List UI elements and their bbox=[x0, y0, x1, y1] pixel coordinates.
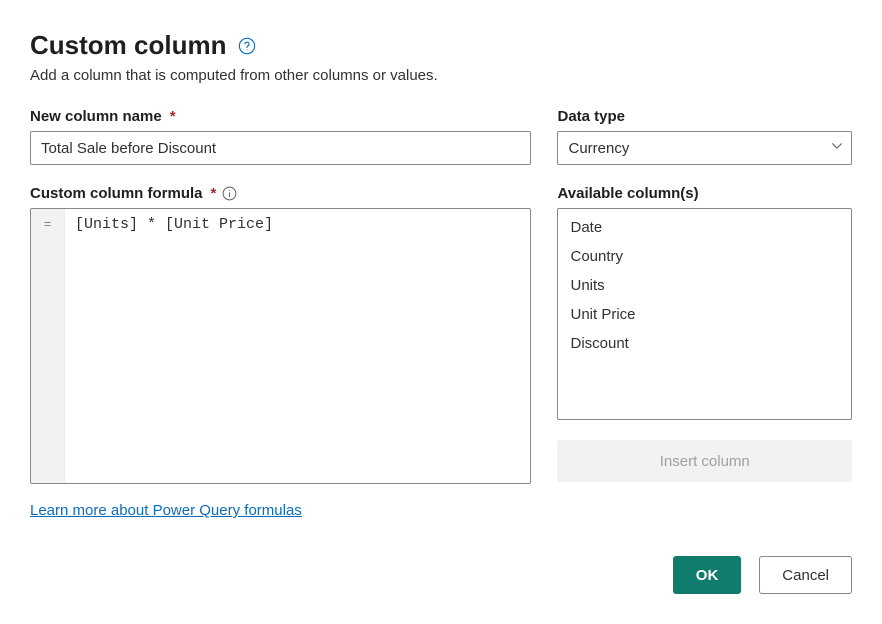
dialog-title: Custom column bbox=[30, 30, 226, 61]
ok-button[interactable]: OK bbox=[673, 556, 742, 594]
formula-gutter: = bbox=[31, 209, 65, 483]
new-column-name-label: New column name bbox=[30, 108, 162, 125]
list-item[interactable]: Units bbox=[558, 271, 851, 300]
formula-editor[interactable]: = [Units] * [Unit Price] bbox=[30, 208, 531, 484]
help-icon[interactable] bbox=[238, 37, 256, 55]
list-item[interactable]: Discount bbox=[558, 329, 851, 358]
list-item[interactable]: Unit Price bbox=[558, 300, 851, 329]
available-columns-list[interactable]: Date Country Units Unit Price Discount bbox=[557, 208, 852, 420]
available-columns-label: Available column(s) bbox=[557, 185, 698, 202]
list-item[interactable]: Country bbox=[558, 242, 851, 271]
new-column-name-input[interactable] bbox=[30, 131, 531, 165]
formula-label: Custom column formula bbox=[30, 185, 203, 202]
data-type-label: Data type bbox=[557, 108, 625, 125]
required-indicator: * bbox=[170, 108, 176, 125]
dialog-subtitle: Add a column that is computed from other… bbox=[30, 67, 852, 84]
required-indicator: * bbox=[211, 185, 217, 202]
info-icon[interactable] bbox=[222, 186, 237, 201]
insert-column-button[interactable]: Insert column bbox=[557, 440, 852, 482]
list-item[interactable]: Date bbox=[558, 213, 851, 242]
data-type-select[interactable]: Currency bbox=[557, 131, 852, 165]
learn-more-link[interactable]: Learn more about Power Query formulas bbox=[30, 502, 302, 519]
formula-text[interactable]: [Units] * [Unit Price] bbox=[65, 209, 530, 483]
cancel-button[interactable]: Cancel bbox=[759, 556, 852, 594]
